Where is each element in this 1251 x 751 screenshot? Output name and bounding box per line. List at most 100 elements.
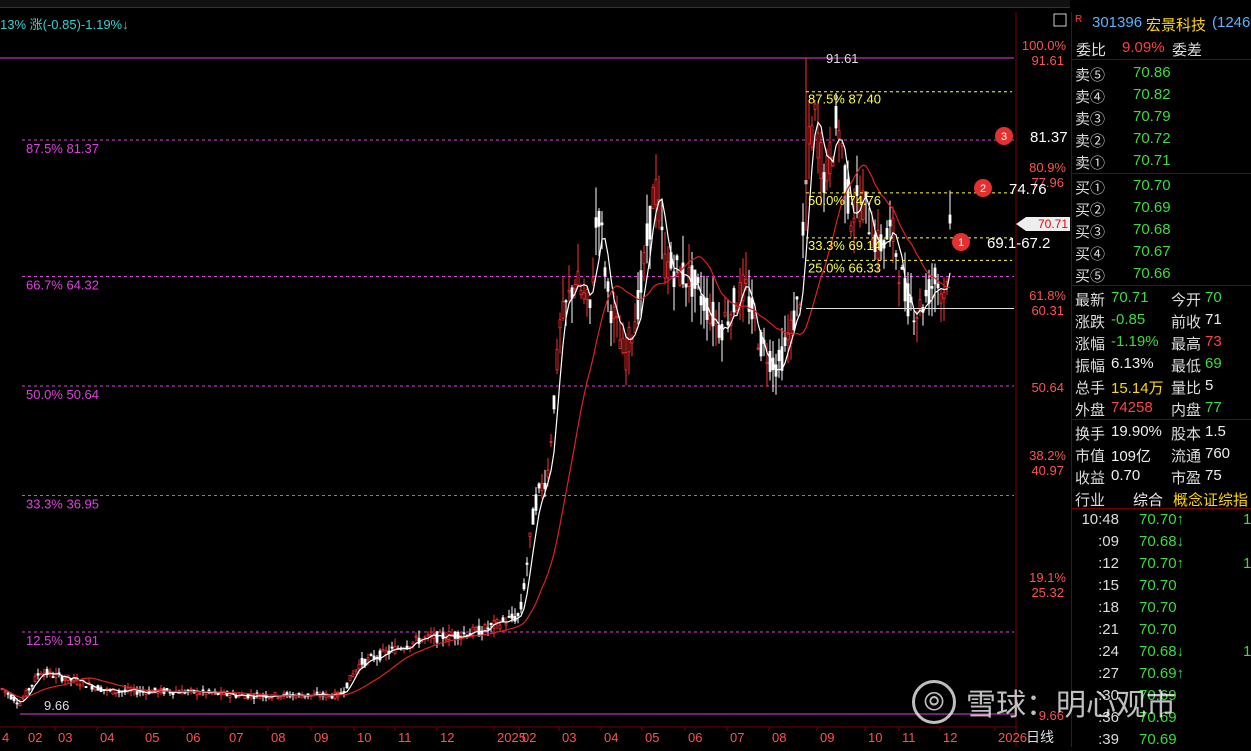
fund-value: 0.70 [1111,467,1141,484]
tick-row[interactable]: :21 70.70 [1071,619,1251,641]
ma-short-line [1,121,951,703]
candle-body [27,688,31,691]
candle-body [3,690,7,693]
watermark-text: 雪球：明心观市 [966,688,1176,723]
candle-body [528,532,532,537]
candle-body [486,627,490,630]
x-tick-label: 06 [186,730,200,745]
tick-row[interactable]: :24 70.68↓ 1 [1071,641,1251,663]
tick-row[interactable]: :15 70.70 [1071,575,1251,597]
period-label: 日线 [1026,729,1054,745]
fund-value: 19.90% [1111,423,1162,440]
order-price[interactable]: 70.68 [1133,221,1171,238]
quote-row: 外盘 74258 内盘 77 [1071,396,1251,419]
candle-body [927,279,931,304]
x-tick-label: 07 [229,730,243,745]
candle-body [78,684,82,687]
candle-body [834,106,838,129]
fund-label: 换手 [1075,426,1106,443]
order-price[interactable]: 70.79 [1133,108,1171,125]
order-price[interactable]: 70.70 [1133,177,1171,194]
fund-label: 市值 [1075,448,1106,465]
order-price[interactable]: 70.82 [1133,86,1171,103]
quote-value-2: 73 [1205,333,1222,350]
marker-number: 3 [1001,131,1007,143]
order-price[interactable]: 70.67 [1133,243,1171,260]
candle-body [645,223,649,246]
kline-chart[interactable]: 87.5% 81.37 66.7% 64.32 50.0% 50.64 33.3% 3… [0,0,1070,747]
fundamentals-table: 换手 19.90% 股本 1.5 市值 109亿 流通 760 收益 0.70 市盈 75 [1071,420,1251,488]
candle-body [603,267,607,277]
industry-row: 行业 综合 概念 证综指 [1071,486,1251,510]
quote-value-2: 77 [1205,399,1222,416]
candle-body [315,691,319,694]
order-price[interactable]: 70.71 [1133,152,1171,169]
tick-time: :39 [1098,731,1119,748]
fund-label-2: 股本 [1171,426,1202,443]
candle-body [849,225,853,232]
candle-body [795,296,799,300]
tick-row[interactable]: :18 70.70 [1071,597,1251,619]
tick-row[interactable]: 10:48 70.70↑ 1 [1071,509,1251,531]
quote-row: 振幅 6.13% 最低 69 [1071,352,1251,375]
candle-body [543,482,547,489]
candle-body [507,615,511,618]
quote-value-2: 70 [1205,289,1222,306]
candle-body [894,253,898,257]
candle-body [732,288,736,313]
axis-percent: 80.9% [1029,160,1066,175]
candle-body [330,695,334,699]
index-tag[interactable]: 证综指 [1203,489,1248,510]
candle-body [900,266,904,270]
candle-body [942,292,946,299]
order-price[interactable]: 70.69 [1133,199,1171,216]
candle-body [21,697,25,700]
candle-body [15,702,19,705]
tick-time: :24 [1098,643,1119,660]
candle-body [498,624,502,630]
low-price-label: 9.66 [44,698,69,713]
axis-price: 91.61 [1031,53,1064,68]
candle-body [495,619,499,623]
candle-body [84,686,88,688]
fundamental-row: 收益 0.70 市盈 75 [1071,464,1251,487]
candle-body [567,290,571,293]
buy-row: 买④ 70.67 [1071,240,1251,263]
order-label: 卖① [1075,155,1106,172]
candle-body [672,271,676,288]
order-price[interactable]: 70.66 [1133,265,1171,282]
candle-body [546,469,550,478]
candle-body [579,289,583,296]
quote-label: 外盘 [1075,402,1106,419]
tick-row[interactable]: :09 70.68↓ [1071,531,1251,553]
fib-level-label: 66.7% 64.32 [26,277,99,292]
ratio-value: 9.09% [1122,39,1165,56]
candle-body [708,314,712,324]
concept-tag[interactable]: 概念 [1173,489,1203,510]
candle-body [948,214,952,224]
marker-number: 2 [980,183,986,195]
candle-body [597,211,601,227]
quote-value-2: 5 [1205,377,1214,394]
candle-body [675,255,679,261]
x-tick-label: 03 [562,730,576,745]
candle-body [345,682,349,689]
quote-row: 最新 70.71 今开 70 [1071,286,1251,309]
candle-body [747,296,751,312]
candle-body [624,352,628,371]
quote-label-2: 今开 [1171,292,1202,309]
sell-row: 卖④ 70.82 [1071,83,1251,106]
candle-body [501,617,505,622]
order-price[interactable]: 70.72 [1133,130,1171,147]
candle-body [438,630,442,633]
candle-body [852,218,856,223]
tick-row[interactable]: :39 70.69 [1071,729,1251,751]
candle-body [390,646,394,649]
x-tick-label: 12 [943,730,957,745]
order-price[interactable]: 70.86 [1133,64,1171,81]
candle-body [24,689,28,697]
candle-body [423,636,427,639]
candle-body [93,687,97,691]
tick-row[interactable]: :12 70.70↑ 1 [1071,553,1251,575]
quote-label-2: 最高 [1171,336,1202,353]
